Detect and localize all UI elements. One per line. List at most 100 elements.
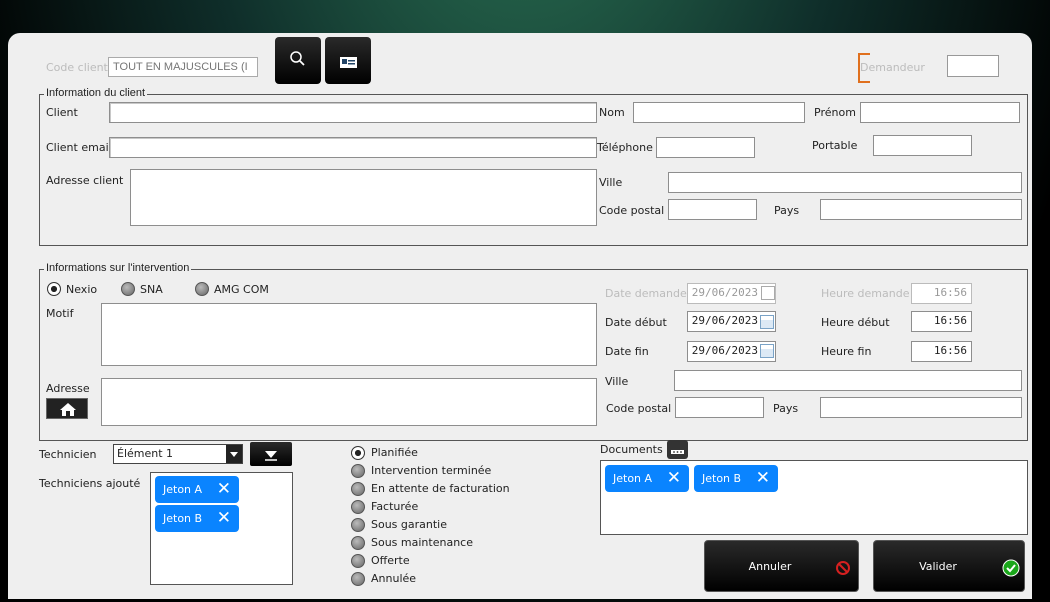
contact-card-icon [340,57,357,68]
date-debut-value: 29/06/2023 [691,314,758,327]
heure-demande-input: 16:56 [911,283,972,304]
portable-input[interactable] [873,135,972,156]
technicien-chip[interactable]: Jeton A ✕ [155,476,239,503]
home-address-button[interactable] [46,398,88,419]
radio-sna-label: SNA [140,283,163,296]
client-code-postal-input[interactable] [668,199,757,220]
statut-label: Intervention terminée [371,464,492,477]
prenom-input[interactable] [860,102,1020,123]
statut-radio-planifiee[interactable] [351,446,365,460]
statut-radio[interactable] [351,482,365,496]
statut-label: Planifiée [371,446,418,459]
technicien-dropdown-arrow [226,445,242,463]
client-pays-label: Pays [774,204,800,217]
intervention-pays-input[interactable] [820,397,1022,418]
nom-input[interactable] [633,102,805,123]
techniciens-ajoute-label: Techniciens ajouté [39,477,141,490]
intervention-title: Informations sur l'intervention [44,262,192,274]
heure-fin-input[interactable]: 16:56 [911,341,972,362]
code-client-input[interactable] [108,57,258,77]
documents-menu-button[interactable] [667,440,688,459]
client-email-label: Client email [46,141,112,154]
statut-radio[interactable] [351,464,365,478]
radio-nexio-label: Nexio [66,283,98,296]
client-input[interactable] [109,102,597,123]
chip-label: Jeton A [613,472,653,485]
client-label: Client [46,106,78,119]
radio-amg-com-label: AMG COM [214,283,269,296]
demandeur-label: Demandeur [860,61,925,74]
date-fin-calendar-icon[interactable] [760,344,774,358]
chevron-down-icon [230,452,238,457]
prenom-label: Prénom [814,106,856,119]
statut-radio[interactable] [351,554,365,568]
statut-radio[interactable] [351,572,365,586]
statut-radio[interactable] [351,518,365,532]
statut-label: Facturée [371,500,419,513]
statut-label: Sous maintenance [371,536,473,549]
contact-card-button[interactable] [325,37,371,84]
code-client-label: Code client [46,61,108,74]
date-debut-calendar-icon[interactable] [760,315,774,329]
cancel-button[interactable]: Annuler [704,540,859,592]
demandeur-input[interactable] [947,55,999,77]
add-down-arrow-icon [265,451,277,461]
chip-label: Jeton B [702,472,742,485]
client-pays-input[interactable] [820,199,1022,220]
client-address-input[interactable] [130,169,597,226]
intervention-code-postal-label: Code postal [606,402,672,415]
document-chip[interactable]: Jeton B ✕ [694,465,778,492]
client-ville-input[interactable] [668,172,1022,193]
statut-radio[interactable] [351,500,365,514]
telephone-input[interactable] [656,137,755,158]
heure-demande-label: Heure demande [821,287,910,300]
documents-label: Documents [600,443,663,456]
statut-label: Sous garantie [371,518,448,531]
date-demande-value: 29/06/2023 [691,286,758,299]
client-address-label: Adresse client [46,174,124,187]
technicien-chip[interactable]: Jeton B ✕ [155,505,239,532]
statut-radio[interactable] [351,536,365,550]
intervention-ville-label: Ville [605,375,629,388]
statut-label: Offerte [371,554,410,567]
client-ville-label: Ville [599,176,623,189]
statut-label: Annulée [371,572,417,585]
date-demande-calendar-icon [761,286,775,300]
motif-input[interactable] [101,303,597,366]
telephone-label: Téléphone [597,141,653,154]
intervention-adresse-input[interactable] [101,378,597,426]
heure-fin-label: Heure fin [821,345,872,358]
heure-demande-value: 16:56 [933,286,967,299]
close-icon[interactable]: ✕ [217,476,231,503]
radio-sna[interactable] [121,282,135,296]
valider-button-label: Valider [919,560,957,573]
add-technicien-button[interactable] [250,442,292,466]
chip-label: Jeton B [163,512,203,525]
search-icon [290,51,305,66]
date-demande-label: Date demande [605,287,687,300]
portable-label: Portable [812,139,858,152]
heure-debut-input[interactable]: 16:56 [911,311,972,332]
heure-fin-value: 16:56 [933,344,967,357]
close-icon[interactable]: ✕ [667,465,681,492]
cancel-icon [836,561,850,575]
technicien-select[interactable]: Élément 1 [113,444,243,464]
client-info-title: Information du client [44,87,148,99]
client-email-input[interactable] [109,137,597,158]
close-icon[interactable]: ✕ [217,505,231,532]
heure-debut-value: 16:56 [933,314,967,327]
intervention-ville-input[interactable] [674,370,1022,391]
home-icon [60,403,76,416]
chip-label: Jeton A [163,483,203,496]
valider-button[interactable]: Valider [873,540,1025,592]
date-fin-label: Date fin [605,345,649,358]
search-button[interactable] [275,37,321,84]
radio-nexio[interactable] [47,282,61,296]
intervention-adresse-label: Adresse [46,382,90,395]
close-icon[interactable]: ✕ [756,465,770,492]
radio-amg-com[interactable] [195,282,209,296]
heure-debut-label: Heure début [821,316,890,329]
checkmark-icon [1002,559,1020,577]
intervention-code-postal-input[interactable] [675,397,764,418]
document-chip[interactable]: Jeton A ✕ [605,465,689,492]
